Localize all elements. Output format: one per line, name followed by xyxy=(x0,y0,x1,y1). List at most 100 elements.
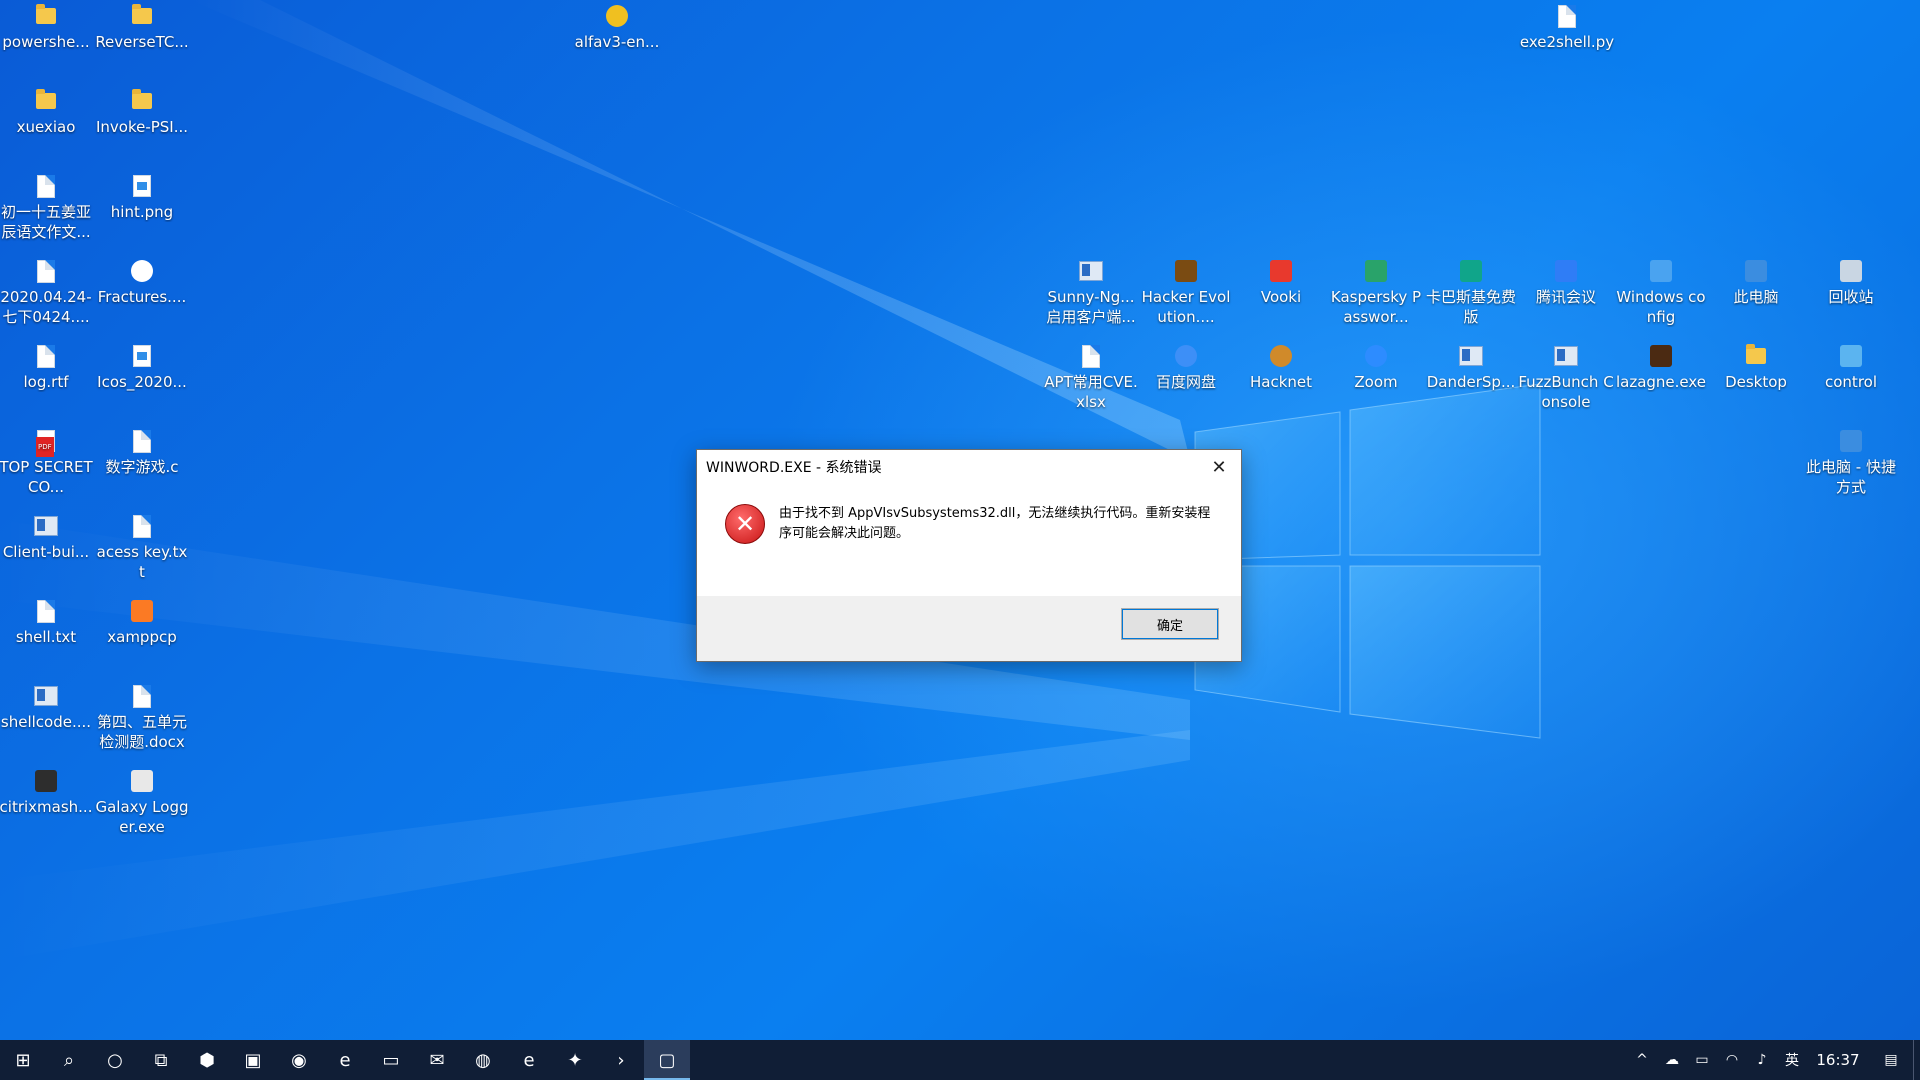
taskbar-apps: ⊞ ⌕ ○ ⧉ ⬢ ▣ ◉ e ▭ ✉ ◍ e ✦ › ▢ xyxy=(0,1040,690,1080)
dialog-titlebar[interactable]: WINWORD.EXE - 系统错误 ✕ xyxy=(697,450,1241,484)
desktop-icon-label: exe2shell.py xyxy=(1519,33,1615,51)
file-icon xyxy=(130,429,154,453)
desktop-icon-label: 此电脑 xyxy=(1733,288,1779,306)
desktop-icon-label: Icos_2020... xyxy=(97,373,187,391)
taskbar-app-shield-icon[interactable]: ⬢ xyxy=(184,1040,230,1080)
desktop-icon-label: acess key.txt xyxy=(96,543,188,581)
desktop-icon[interactable]: shell.txt xyxy=(0,595,94,647)
desktop-icon[interactable]: Fractures.... xyxy=(94,255,190,307)
desktop-icon-label: Client-bui... xyxy=(2,543,90,561)
desktop-icon[interactable]: shellcode.... xyxy=(0,680,94,732)
desktop-icon-label: DanderSp... xyxy=(1426,373,1516,391)
desktop-icon[interactable]: citrixmash... xyxy=(0,765,94,817)
desktop-icon[interactable]: 卡巴斯基免费版 xyxy=(1423,255,1519,327)
desktop-icon[interactable]: Hacknet xyxy=(1233,340,1329,392)
show-desktop-button[interactable] xyxy=(1913,1040,1920,1080)
desktop-icon[interactable]: acess key.txt xyxy=(94,510,190,582)
desktop-icon[interactable]: exe2shell.py xyxy=(1519,0,1615,52)
folder-icon xyxy=(130,4,154,28)
round-icon xyxy=(130,259,154,283)
desktop-icon[interactable]: Icos_2020... xyxy=(94,340,190,392)
desktop-icon[interactable]: Galaxy Logger.exe xyxy=(94,765,190,837)
error-icon: ✕ xyxy=(725,504,765,544)
app-icon xyxy=(34,684,58,708)
sq-icon xyxy=(1269,259,1293,283)
desktop-icon[interactable]: 百度网盘 xyxy=(1138,340,1234,392)
desktop-icon[interactable]: Vooki xyxy=(1233,255,1329,307)
desktop-icon-label: Invoke-PSI... xyxy=(95,118,189,136)
desktop-icon[interactable]: Hacker Evolution.... xyxy=(1138,255,1234,327)
ime-indicator[interactable]: 英 xyxy=(1777,1040,1807,1080)
taskbar-search-icon[interactable]: ⌕ xyxy=(46,1040,92,1080)
system-tray: ^ ☁ ▭ ◠ ♪ 英 16:37 ▤ xyxy=(1627,1040,1920,1080)
desktop-icon[interactable]: APT常用CVE.xlsx xyxy=(1043,340,1139,412)
taskbar-file-explorer-icon[interactable]: ▭ xyxy=(368,1040,414,1080)
desktop-icon[interactable]: alfav3-en... xyxy=(569,0,665,52)
desktop-icon[interactable]: 2020.04.24-七下0424.... xyxy=(0,255,94,327)
desktop-icon-label: 腾讯会议 xyxy=(1535,288,1596,306)
desktop-icon-label: shell.txt xyxy=(15,628,77,646)
file-icon xyxy=(34,599,58,623)
volume-icon[interactable]: ♪ xyxy=(1747,1040,1777,1080)
sq-icon xyxy=(1744,259,1768,283)
desktop-icon[interactable]: 此电脑 xyxy=(1708,255,1804,307)
taskbar-cortana-icon[interactable]: ○ xyxy=(92,1040,138,1080)
sq-icon xyxy=(1364,259,1388,283)
desktop-icon-label: alfav3-en... xyxy=(574,33,660,51)
notifications-icon[interactable]: ▤ xyxy=(1869,1040,1913,1080)
desktop-icon[interactable]: xuexiao xyxy=(0,85,94,137)
wifi-icon[interactable]: ◠ xyxy=(1717,1040,1747,1080)
desktop-icon-label: Desktop xyxy=(1725,373,1787,391)
desktop-icon[interactable]: 腾讯会议 xyxy=(1518,255,1614,307)
battery-icon[interactable]: ▭ xyxy=(1687,1040,1717,1080)
desktop-icon[interactable]: 此电脑 - 快捷方式 xyxy=(1803,425,1899,497)
desktop-icon[interactable]: Client-bui... xyxy=(0,510,94,562)
desktop-icon[interactable]: Invoke-PSI... xyxy=(94,85,190,137)
chevron-up-icon[interactable]: ^ xyxy=(1627,1040,1657,1080)
taskbar-active-window-icon[interactable]: ▢ xyxy=(644,1040,690,1080)
desktop-icon[interactable]: 回收站 xyxy=(1803,255,1899,307)
desktop-icon[interactable]: 数字游戏.c xyxy=(94,425,190,477)
desktop-icon-label: Vooki xyxy=(1260,288,1302,306)
desktop-icon[interactable]: log.rtf xyxy=(0,340,94,392)
desktop-icon-label: control xyxy=(1825,373,1877,391)
desktop-icon[interactable]: Zoom xyxy=(1328,340,1424,392)
taskbar-app-tor-icon[interactable]: ◉ xyxy=(276,1040,322,1080)
dialog-body: ✕ 由于找不到 AppVIsvSubsystems32.dll，无法继续执行代码… xyxy=(697,484,1241,564)
taskbar-mail-icon[interactable]: ✉ xyxy=(414,1040,460,1080)
desktop-icon[interactable]: hint.png xyxy=(94,170,190,222)
desktop-icon[interactable]: Desktop xyxy=(1708,340,1804,392)
clock[interactable]: 16:37 xyxy=(1807,1051,1869,1069)
close-icon[interactable]: ✕ xyxy=(1197,450,1241,484)
desktop-icon[interactable]: Kaspersky Passwor... xyxy=(1328,255,1424,327)
desktop-icon[interactable]: control xyxy=(1803,340,1899,392)
desktop-icon[interactable]: Sunny-Ng...启用客户端... xyxy=(1043,255,1139,327)
dialog-title: WINWORD.EXE - 系统错误 xyxy=(706,460,882,476)
desktop-icon-label: 此电脑 - 快捷方式 xyxy=(1806,458,1896,496)
desktop-icon-label: ReverseTC... xyxy=(95,33,189,51)
desktop-icon[interactable]: lazagne.exe xyxy=(1613,340,1709,392)
taskbar-app-game-icon[interactable]: ✦ xyxy=(552,1040,598,1080)
desktop-icon[interactable]: 第四、五单元检测题.docx xyxy=(94,680,190,752)
ok-button[interactable]: 确定 xyxy=(1121,608,1219,640)
desktop-icon[interactable]: FuzzBunch Console xyxy=(1518,340,1614,412)
desktop-icon[interactable]: ReverseTC... xyxy=(94,0,190,52)
desktop-icon[interactable]: 初一十五姜亚辰语文作文... xyxy=(0,170,94,242)
desktop-icon-label: Fractures.... xyxy=(97,288,187,306)
taskbar-task-view-icon[interactable]: ⧉ xyxy=(138,1040,184,1080)
desktop-icon[interactable]: DanderSp... xyxy=(1423,340,1519,392)
taskbar-powershell-icon[interactable]: › xyxy=(598,1040,644,1080)
desktop-icon-label: Kaspersky Passwor... xyxy=(1330,288,1422,326)
taskbar-internet-explorer-icon[interactable]: e xyxy=(506,1040,552,1080)
desktop-icon[interactable]: powershe... xyxy=(0,0,94,52)
taskbar-start-icon[interactable]: ⊞ xyxy=(0,1040,46,1080)
desktop-icon[interactable]: TOP SECRETCO... xyxy=(0,425,94,497)
taskbar-wechat-icon[interactable]: ◍ xyxy=(460,1040,506,1080)
file-icon xyxy=(34,259,58,283)
taskbar-app-photo-icon[interactable]: ▣ xyxy=(230,1040,276,1080)
desktop-icon[interactable]: xamppcp xyxy=(94,595,190,647)
onedrive-cloud-icon[interactable]: ☁ xyxy=(1657,1040,1687,1080)
desktop-icon[interactable]: Windows config xyxy=(1613,255,1709,327)
taskbar-app-edge-icon[interactable]: e xyxy=(322,1040,368,1080)
desktop-icon-label: powershe... xyxy=(2,33,90,51)
